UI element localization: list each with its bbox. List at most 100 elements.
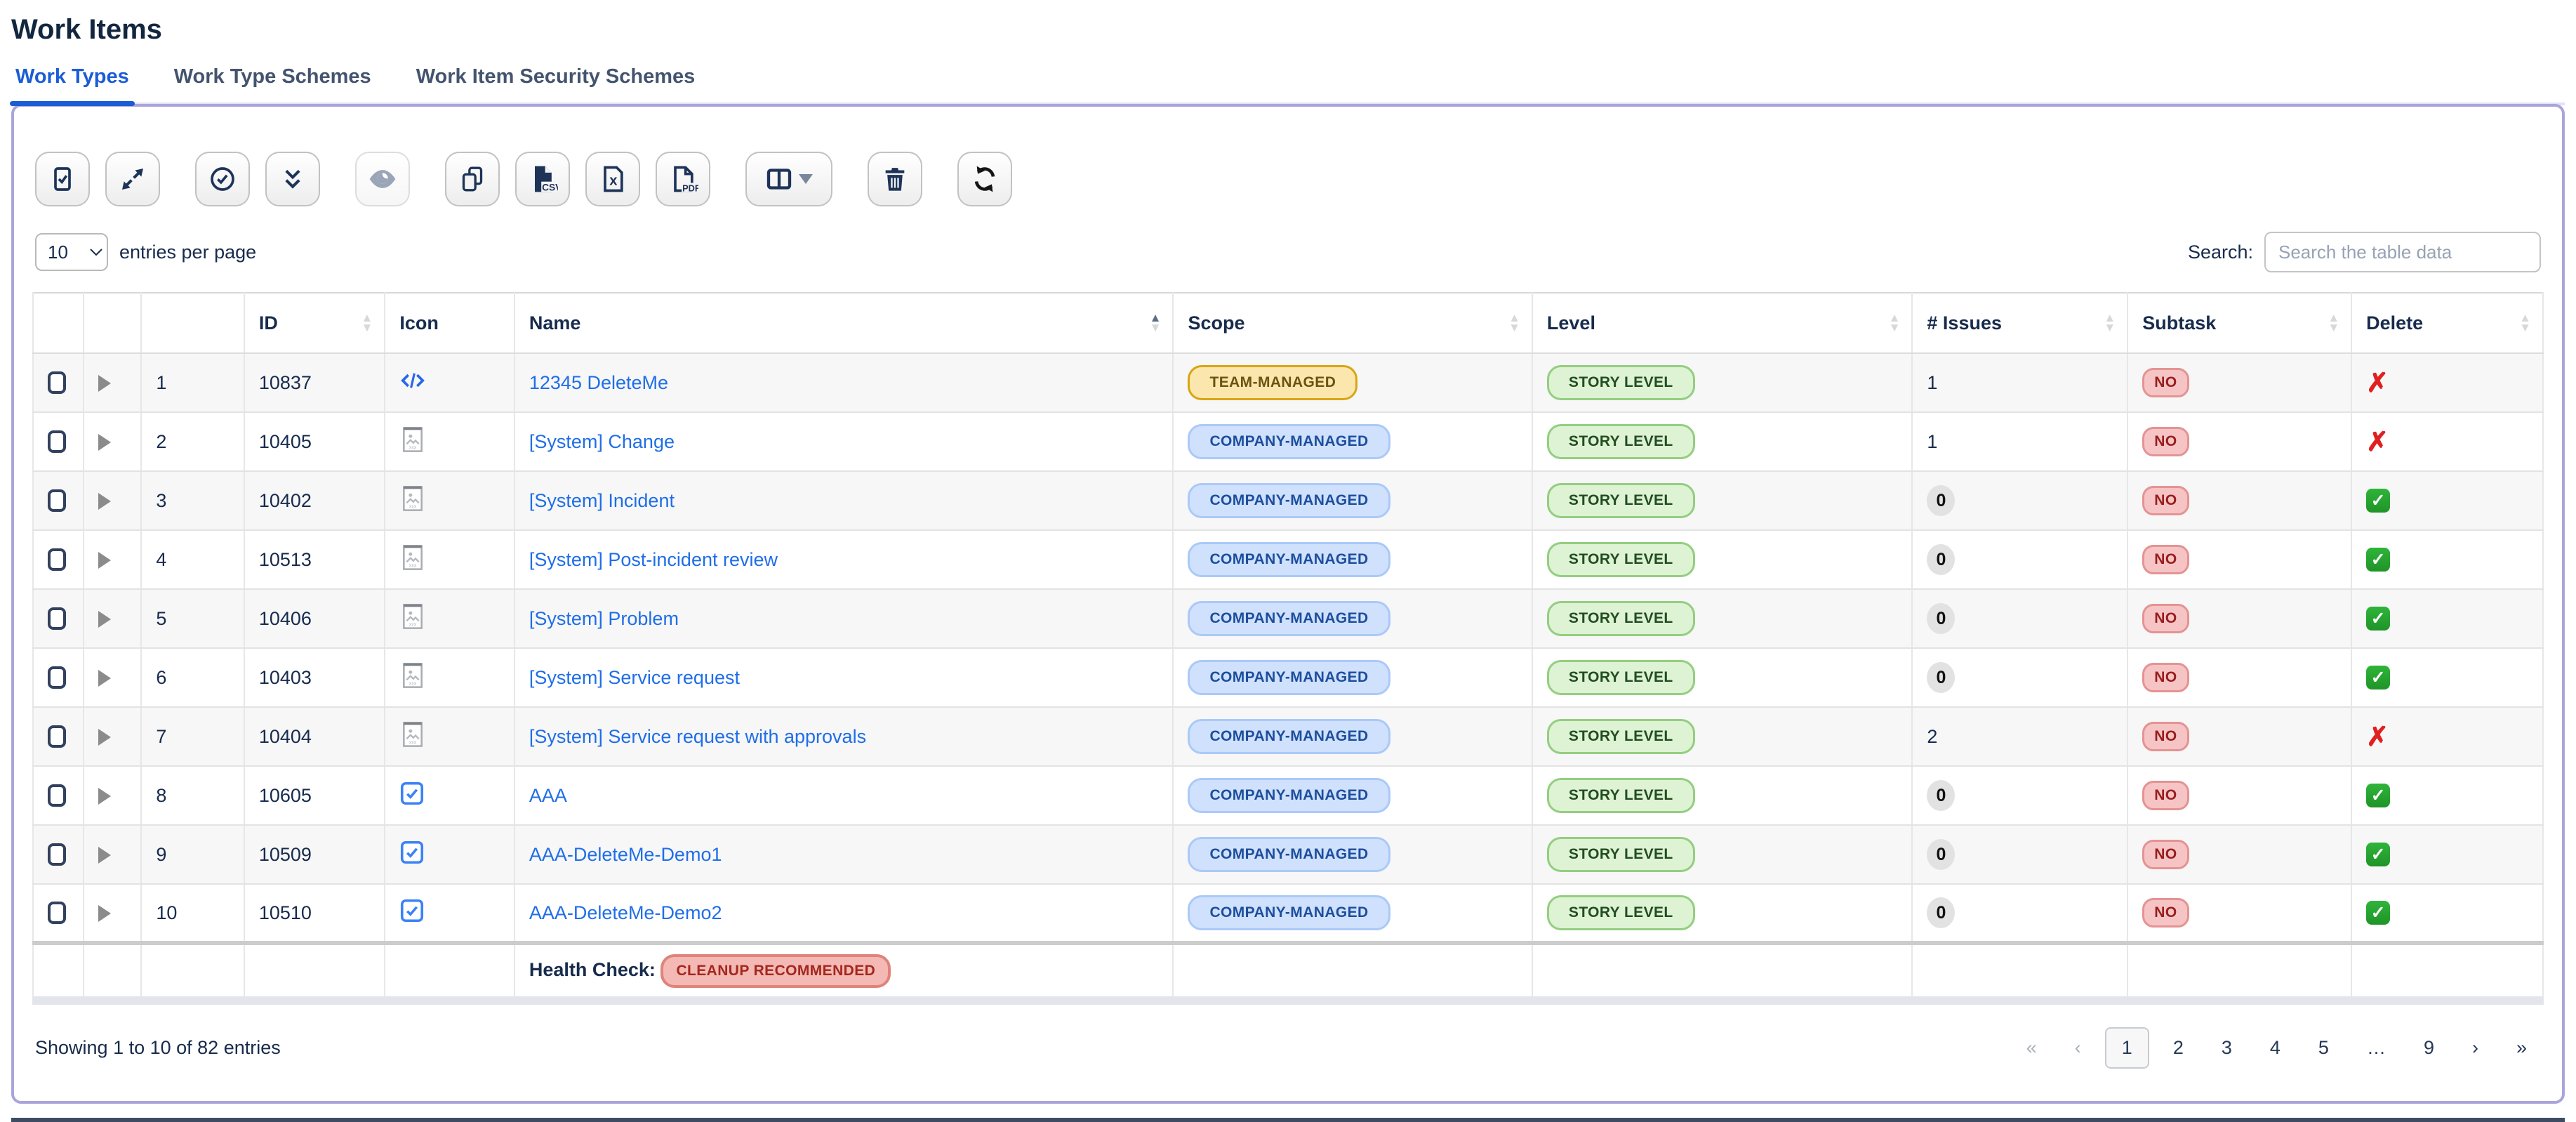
tab-work-type-schemes[interactable]: Work Type Schemes — [173, 65, 373, 103]
issues-count-badge: 0 — [1927, 662, 1955, 693]
footer-blank-cell — [1532, 943, 1913, 1001]
column-visibility-button[interactable] — [745, 152, 832, 206]
expand-row-icon[interactable] — [98, 847, 111, 864]
check-selected-button[interactable] — [195, 152, 250, 206]
work-type-name-link[interactable]: [System] Change — [529, 431, 675, 452]
column-header-level[interactable]: Level▲▼ — [1532, 293, 1913, 353]
row-checkbox[interactable] — [48, 607, 66, 630]
tab-work-types[interactable]: Work Types — [14, 65, 131, 103]
refresh-button[interactable] — [957, 152, 1012, 206]
column-header-id[interactable]: ID ▲▼ — [244, 293, 385, 353]
row-checkbox[interactable] — [48, 725, 66, 748]
row-checkbox[interactable] — [48, 784, 66, 807]
pagination-next[interactable]: › — [2458, 1029, 2492, 1067]
select-all-button[interactable] — [35, 152, 90, 206]
row-checkbox[interactable] — [48, 489, 66, 512]
row-checkbox[interactable] — [48, 666, 66, 689]
expand-row-icon[interactable] — [98, 611, 111, 628]
footer-blank-cell — [244, 943, 385, 1001]
sort-arrows-icon: ▲▼ — [361, 313, 373, 333]
collapse-all-button[interactable] — [265, 152, 320, 206]
row-select-cell — [33, 353, 84, 412]
row-delete-cell: ✓ — [2351, 530, 2543, 589]
row-subtask-cell: NO — [2127, 530, 2351, 589]
row-checkbox[interactable] — [48, 843, 66, 866]
pagination-page-4[interactable]: 4 — [2256, 1029, 2295, 1067]
entries-per-page-label: entries per page — [119, 242, 256, 263]
column-header-subtask[interactable]: Subtask▲▼ — [2127, 293, 2351, 353]
pagination-page-5[interactable]: 5 — [2304, 1029, 2343, 1067]
expand-row-icon[interactable] — [98, 905, 111, 922]
expand-button[interactable] — [105, 152, 160, 206]
copy-button[interactable] — [445, 152, 500, 206]
page-size-select[interactable]: 10 — [35, 233, 108, 271]
pagination-page-2[interactable]: 2 — [2159, 1029, 2198, 1067]
tab-work-item-security-schemes[interactable]: Work Item Security Schemes — [415, 65, 697, 103]
export-excel-button[interactable]: x — [585, 152, 640, 206]
row-checkbox[interactable] — [48, 371, 66, 394]
column-header-name[interactable]: Name▲▼ — [514, 293, 1174, 353]
pagination-page-3[interactable]: 3 — [2207, 1029, 2246, 1067]
expand-row-icon[interactable] — [98, 670, 111, 687]
search-label: Search: — [2188, 242, 2253, 263]
expand-row-icon[interactable] — [98, 375, 111, 392]
row-level-cell: STORY LEVEL — [1532, 707, 1913, 766]
deletable-check-icon: ✓ — [2366, 901, 2390, 925]
delete-selected-button[interactable] — [868, 152, 922, 206]
export-csv-button[interactable]: CSV — [515, 152, 570, 206]
subtask-badge: NO — [2142, 781, 2189, 810]
row-number-cell: 2 — [141, 412, 244, 471]
row-select-cell — [33, 825, 84, 884]
row-expand-cell — [84, 648, 141, 707]
pagination-last[interactable]: » — [2502, 1029, 2541, 1067]
subtask-badge: NO — [2142, 427, 2189, 456]
footer-blank-cell — [385, 943, 514, 1001]
not-deletable-x-icon: ✗ — [2366, 722, 2389, 752]
expand-row-icon[interactable] — [98, 434, 111, 451]
level-badge: STORY LEVEL — [1547, 365, 1695, 400]
expand-row-icon[interactable] — [98, 788, 111, 805]
column-header-scope[interactable]: Scope▲▼ — [1173, 293, 1532, 353]
search-input[interactable] — [2264, 232, 2541, 272]
row-number-cell: 1 — [141, 353, 244, 412]
row-icon-cell: xxx — [385, 471, 514, 530]
work-type-name-link[interactable]: AAA-DeleteMe-Demo2 — [529, 902, 722, 923]
scope-badge: COMPANY-MANAGED — [1188, 719, 1390, 754]
expand-row-icon[interactable] — [98, 552, 111, 569]
deletable-check-icon: ✓ — [2366, 784, 2390, 807]
row-number-cell: 6 — [141, 648, 244, 707]
file-excel-icon: x — [597, 164, 628, 194]
column-header--issues[interactable]: # Issues▲▼ — [1912, 293, 2127, 353]
row-checkbox[interactable] — [48, 902, 66, 924]
work-type-name-link[interactable]: AAA — [529, 785, 567, 806]
svg-text:xxx: xxx — [409, 562, 417, 568]
work-type-name-link[interactable]: [System] Problem — [529, 608, 679, 629]
column-header-blank — [84, 293, 141, 353]
work-type-name-link[interactable]: 12345 DeleteMe — [529, 372, 668, 393]
footer-blank-cell — [2127, 943, 2351, 1001]
work-type-name-link[interactable]: [System] Service request with approvals — [529, 726, 866, 747]
row-checkbox[interactable] — [48, 548, 66, 571]
row-checkbox[interactable] — [48, 430, 66, 453]
pagination-page-1-current[interactable]: 1 — [2105, 1027, 2149, 1069]
row-level-cell: STORY LEVEL — [1532, 471, 1913, 530]
table-header-row: ID▲▼IconName▲▼Scope▲▼Level▲▼# Issues▲▼Su… — [33, 293, 2543, 353]
column-label: ID — [259, 312, 278, 334]
row-icon-cell — [385, 766, 514, 825]
level-badge: STORY LEVEL — [1547, 542, 1695, 577]
pagination-page-9[interactable]: 9 — [2410, 1029, 2448, 1067]
export-pdf-button[interactable]: PDF — [656, 152, 710, 206]
work-type-name-link[interactable]: [System] Post-incident review — [529, 549, 778, 570]
work-type-name-link[interactable]: AAA-DeleteMe-Demo1 — [529, 844, 722, 865]
work-type-name-link[interactable]: [System] Service request — [529, 667, 740, 688]
expand-row-icon[interactable] — [98, 493, 111, 510]
work-type-name-link[interactable]: [System] Incident — [529, 490, 675, 511]
expand-row-icon[interactable] — [98, 729, 111, 746]
sort-arrows-icon: ▲▼ — [2328, 313, 2339, 333]
row-delete-cell: ✓ — [2351, 648, 2543, 707]
tab-bar: Work Types Work Type Schemes Work Item Sec… — [11, 65, 2565, 105]
column-header-delete[interactable]: Delete▲▼ — [2351, 293, 2543, 353]
pagination-ellipsis: … — [2353, 1029, 2400, 1067]
subtask-badge: NO — [2142, 722, 2189, 751]
search-controls: Search: — [2188, 232, 2541, 272]
